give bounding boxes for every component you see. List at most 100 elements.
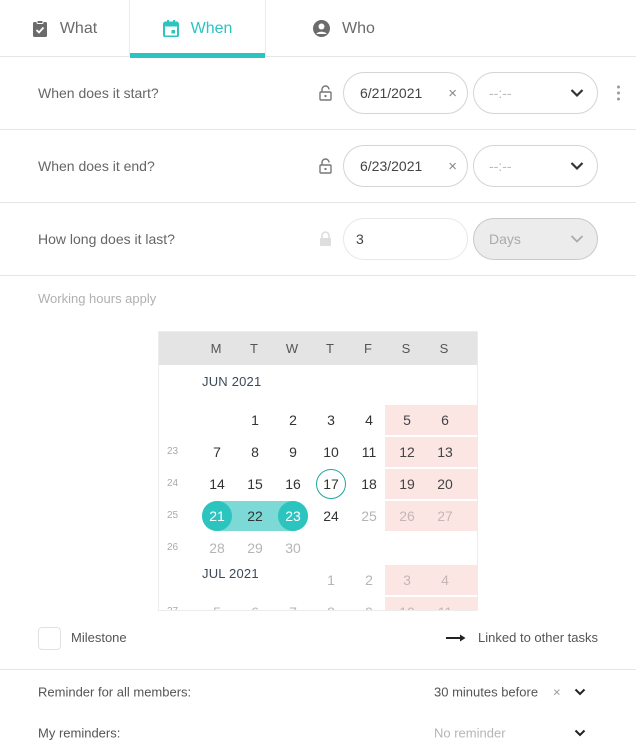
start-row: When does it start? 6/21/2021 × --:-- <box>0 57 636 130</box>
clear-end-date-icon[interactable]: × <box>448 158 457 175</box>
chevron-down-icon[interactable] <box>574 688 586 696</box>
duration-input[interactable]: 3 <box>343 218 468 260</box>
weekday-header: S <box>401 341 411 356</box>
end-date-input[interactable]: 6/23/2021 × <box>343 145 468 187</box>
calendar-day[interactable]: 12 <box>392 437 422 467</box>
clipboard-check-icon <box>32 20 48 37</box>
calendar-day[interactable]: 17 <box>316 469 346 499</box>
start-date-input[interactable]: 6/21/2021 × <box>343 72 468 114</box>
calendar-day[interactable]: 16 <box>278 469 308 499</box>
calendar-day[interactable]: 18 <box>354 469 384 499</box>
calendar-day[interactable]: 21 <box>202 501 232 531</box>
calendar-day[interactable]: 9 <box>278 437 308 467</box>
lock-open-icon[interactable] <box>319 158 332 174</box>
duration-label: How long does it last? <box>38 231 175 247</box>
calendar-day[interactable]: 24 <box>316 501 346 531</box>
more-options-icon[interactable] <box>617 85 620 101</box>
end-time-select[interactable]: --:-- <box>473 145 598 187</box>
lock-open-icon[interactable] <box>319 85 332 101</box>
calendar-day[interactable]: 4 <box>430 565 460 595</box>
chevron-down-icon <box>570 235 584 244</box>
calendar-day[interactable]: 6 <box>430 405 460 435</box>
calendar-day[interactable]: 3 <box>392 565 422 595</box>
calendar-day[interactable]: 15 <box>240 469 270 499</box>
calendar-day[interactable]: 30 <box>278 533 308 563</box>
weekday-header: F <box>364 341 372 356</box>
calendar-day[interactable]: 5 <box>202 597 232 610</box>
calendar-day[interactable]: 8 <box>316 597 346 610</box>
calendar-day[interactable]: 1 <box>316 565 346 595</box>
tab-what-label: What <box>59 19 98 37</box>
calendar-day[interactable]: 6 <box>240 597 270 610</box>
calendar-day[interactable]: 26 <box>392 501 422 531</box>
calendar[interactable]: M T W T F S S JUN 2021 1 2 3 4 5 6 23 7 8 9 10 11 12 1… <box>158 331 478 611</box>
tab-who-label: Who <box>342 19 375 37</box>
calendar-day[interactable]: 2 <box>278 405 308 435</box>
my-reminders-label: My reminders: <box>38 725 121 741</box>
calendar-day[interactable]: 9 <box>354 597 384 610</box>
calendar-day[interactable]: 28 <box>202 533 232 563</box>
milestone-checkbox[interactable] <box>38 627 61 650</box>
start-time-select[interactable]: --:-- <box>473 72 598 114</box>
calendar-day[interactable]: 29 <box>240 533 270 563</box>
calendar-day[interactable]: 3 <box>316 405 346 435</box>
duration-unit-value: Days <box>489 231 521 247</box>
calendar-day[interactable]: 4 <box>354 405 384 435</box>
milestone-label: Milestone <box>71 630 127 645</box>
week-number: 25 <box>167 510 179 521</box>
calendar-icon <box>162 20 179 37</box>
arrow-right-icon <box>446 634 466 642</box>
duration-value: 3 <box>356 231 364 247</box>
calendar-day[interactable]: 1 <box>240 405 270 435</box>
calendar-day[interactable]: 13 <box>430 437 460 467</box>
start-time-placeholder: --:-- <box>489 85 512 101</box>
calendar-day[interactable]: 2 <box>354 565 384 595</box>
my-reminders-value[interactable]: No reminder <box>434 726 506 741</box>
weekday-header: T <box>326 341 334 356</box>
calendar-day[interactable]: 19 <box>392 469 422 499</box>
chevron-down-icon <box>570 89 584 98</box>
tab-when-label: When <box>190 19 233 37</box>
end-label: When does it end? <box>38 158 155 174</box>
clear-reminder-icon[interactable]: × <box>553 685 561 700</box>
calendar-grid: JUN 2021 1 2 3 4 5 6 23 7 8 9 10 11 12 13 24 14 15 16 17 18 1… <box>159 365 477 610</box>
calendar-day[interactable]: 27 <box>430 501 460 531</box>
week-number: 26 <box>167 542 179 553</box>
linked-tasks-label: Linked to other tasks <box>478 630 598 645</box>
linked-tasks-link[interactable]: Linked to other tasks <box>446 630 598 645</box>
tab-who[interactable]: Who <box>266 0 422 57</box>
calendar-day[interactable]: 22 <box>240 501 270 531</box>
calendar-day[interactable]: 11 <box>354 437 384 467</box>
calendar-day[interactable]: 20 <box>430 469 460 499</box>
weekday-header: S <box>439 341 449 356</box>
calendar-day[interactable]: 8 <box>240 437 270 467</box>
calendar-day[interactable]: 10 <box>392 597 422 610</box>
clear-start-date-icon[interactable]: × <box>448 85 457 102</box>
calendar-day[interactable]: 14 <box>202 469 232 499</box>
chevron-down-icon[interactable] <box>574 729 586 737</box>
milestone-row: Milestone Linked to other tasks <box>0 618 636 670</box>
week-number: 23 <box>167 446 179 457</box>
duration-unit-select[interactable]: Days <box>473 218 598 260</box>
tab-what[interactable]: What <box>0 0 129 57</box>
tab-when[interactable]: When <box>129 0 266 58</box>
calendar-day[interactable]: 25 <box>354 501 384 531</box>
calendar-day[interactable]: 5 <box>392 405 422 435</box>
duration-row: How long does it last? 3 Days <box>0 203 636 276</box>
calendar-day[interactable]: 10 <box>316 437 346 467</box>
chevron-down-icon <box>570 162 584 171</box>
tab-bar: What When Who <box>0 0 636 58</box>
calendar-day[interactable]: 7 <box>278 597 308 610</box>
reminder-all-row: Reminder for all members: 30 minutes bef… <box>0 672 636 712</box>
month-label: JUL 2021 <box>202 566 259 581</box>
reminder-all-label: Reminder for all members: <box>38 684 192 700</box>
month-label: JUN 2021 <box>202 374 262 389</box>
calendar-day[interactable]: 7 <box>202 437 232 467</box>
end-row: When does it end? 6/23/2021 × --:-- <box>0 130 636 203</box>
week-number: 24 <box>167 478 179 489</box>
calendar-day[interactable]: 11 <box>430 597 460 610</box>
end-time-placeholder: --:-- <box>489 158 512 174</box>
working-hours-note: Working hours apply <box>38 291 157 306</box>
reminder-all-value[interactable]: 30 minutes before <box>434 685 538 700</box>
calendar-day[interactable]: 23 <box>278 501 308 531</box>
